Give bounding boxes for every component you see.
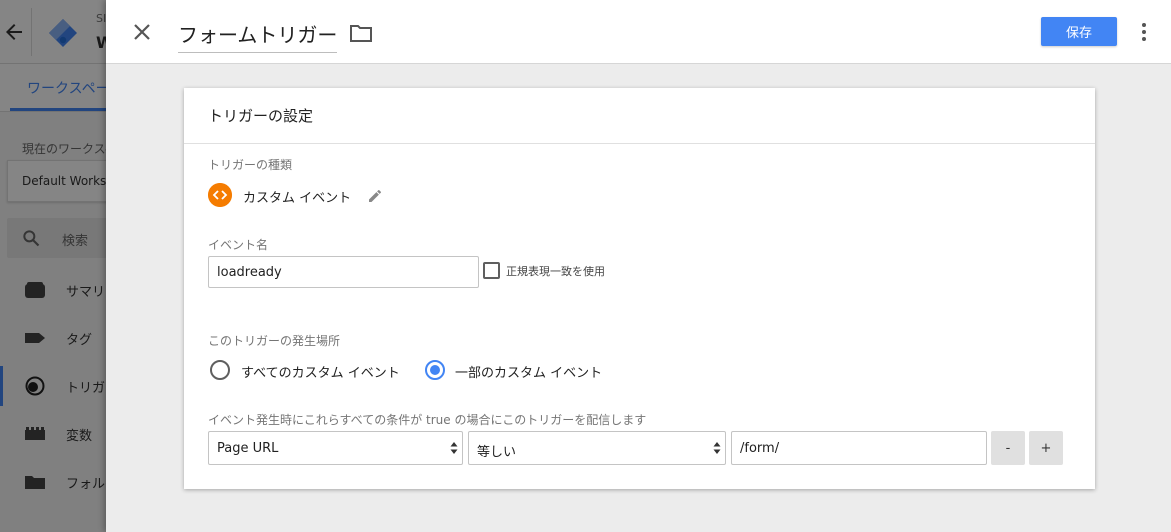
custom-event-icon bbox=[208, 183, 232, 207]
remove-condition-button[interactable]: - bbox=[991, 431, 1025, 465]
operator-select[interactable]: 等しい bbox=[468, 431, 726, 465]
add-condition-button[interactable]: + bbox=[1029, 431, 1063, 465]
radio-all-events-label[interactable]: すべてのカスタム イベント bbox=[241, 362, 400, 381]
operator-select-value: 等しい bbox=[477, 445, 517, 460]
regex-checkbox[interactable] bbox=[483, 262, 500, 279]
trigger-type-label: トリガーの種類 bbox=[208, 158, 293, 172]
radio-some-events-label[interactable]: 一部のカスタム イベント bbox=[455, 362, 602, 381]
trigger-type-name[interactable]: カスタム イベント bbox=[243, 187, 351, 206]
panel-header: フォームトリガー 保存 bbox=[106, 0, 1171, 64]
regex-checkbox-label: 正規表現一致を使用 bbox=[506, 265, 605, 278]
trigger-editor-panel: フォームトリガー 保存 トリガーの設定 トリガーの種類 カスタム イベント イベ… bbox=[106, 0, 1171, 532]
variable-select[interactable]: Page URL bbox=[208, 431, 463, 465]
select-arrows-icon bbox=[713, 442, 721, 454]
variable-select-value: Page URL bbox=[217, 441, 279, 456]
card-divider bbox=[184, 143, 1095, 144]
event-name-input[interactable] bbox=[208, 256, 479, 288]
folder-icon[interactable] bbox=[349, 22, 373, 44]
save-button[interactable]: 保存 bbox=[1041, 17, 1117, 46]
trigger-config-card: トリガーの設定 トリガーの種類 カスタム イベント イベント名 正規表現一致を使… bbox=[184, 88, 1095, 489]
radio-some-events[interactable] bbox=[425, 360, 445, 380]
select-arrows-icon bbox=[450, 442, 458, 454]
card-title: トリガーの設定 bbox=[208, 107, 314, 125]
fires-on-label: このトリガーの発生場所 bbox=[208, 334, 341, 348]
event-name-label: イベント名 bbox=[208, 238, 269, 252]
close-icon[interactable] bbox=[128, 18, 156, 46]
trigger-name-field[interactable]: フォームトリガー bbox=[178, 19, 338, 53]
edit-pencil-icon[interactable] bbox=[367, 188, 383, 204]
condition-label: イベント発生時にこれらすべての条件が true の場合にこのトリガーを配信します bbox=[208, 413, 647, 427]
condition-value-input[interactable] bbox=[731, 431, 987, 465]
more-vert-icon[interactable] bbox=[1134, 20, 1154, 44]
radio-all-events[interactable] bbox=[210, 360, 230, 380]
